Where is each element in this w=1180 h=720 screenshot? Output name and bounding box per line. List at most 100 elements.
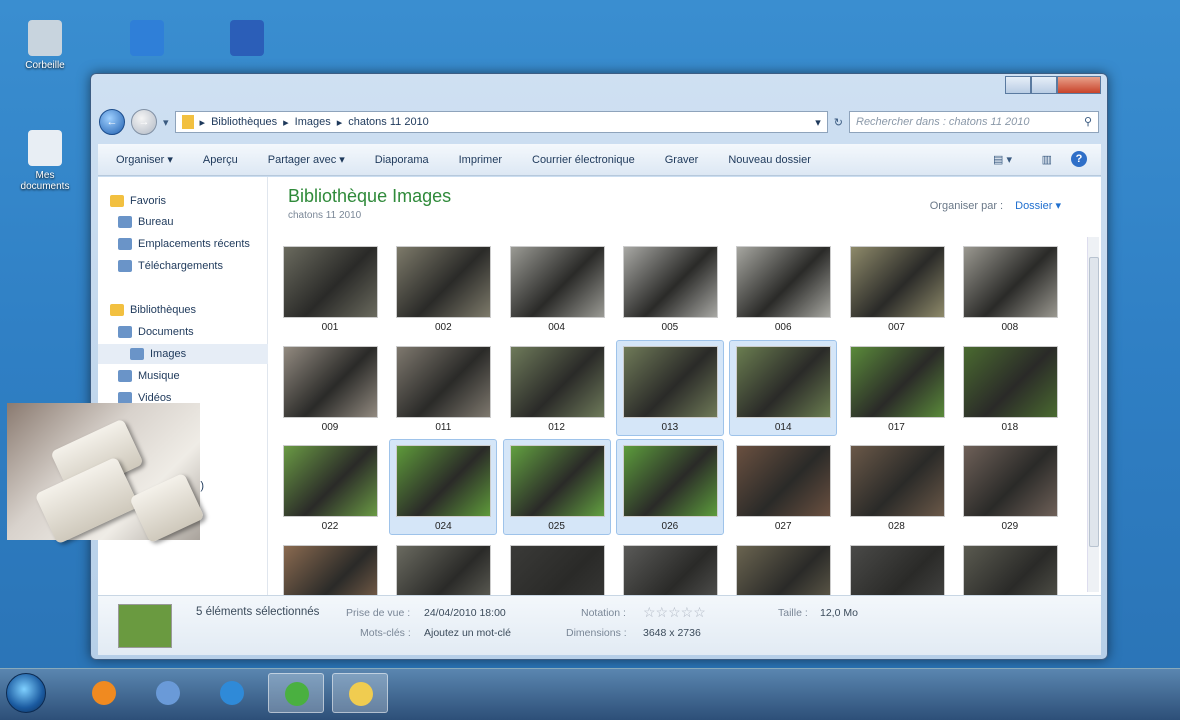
webcam-overlay [7,403,205,545]
thumbnail-tile[interactable]: 027 [729,439,837,535]
sidebar-item[interactable]: Favoris [110,191,166,211]
desktop-icon[interactable]: Corbeille [10,20,80,71]
sidebar-item[interactable]: Téléchargements [118,256,223,276]
thumbnail-tile[interactable]: 017 [843,340,951,436]
taskbar-network[interactable] [268,673,324,713]
refresh-button[interactable]: ↻ [834,116,843,129]
thumbnail-image [396,445,492,517]
thumbnail-label: 027 [774,521,792,532]
breadcrumb-item[interactable]: chatons 11 2010 [348,116,429,128]
folder-icon [110,304,124,316]
view-options-icon[interactable]: ▤ ▾ [993,153,1012,166]
desktop-icon[interactable]: Mes documents [10,130,80,192]
address-bar[interactable]: ▸ Bibliothèques ▸ Images ▸ chatons 11 2010 ▾ [174,111,828,133]
rating-stars[interactable]: ☆☆☆☆☆ [643,604,706,621]
sidebar-item[interactable]: Musique [118,366,180,386]
details-pane: 5 éléments sélectionnés Prise de vue : 2… [98,595,1101,655]
thumbnail-tile[interactable]: 018 [956,340,1064,436]
thumbnail-tile[interactable]: 008 [956,240,1064,336]
thumbnail-label: 029 [1001,521,1019,532]
toolbar-button[interactable]: Aperçu [203,154,238,166]
date-taken[interactable]: 24/04/2010 18:00 [424,607,506,619]
sidebar-item[interactable]: Emplacements récents [118,234,250,254]
thumbnail-tile[interactable]: 012 [503,340,611,436]
sidebar-item[interactable]: Bibliothèques [110,300,196,320]
thumbnail-tile[interactable]: 005 [616,240,724,336]
thumbnail-label: 018 [1001,421,1019,433]
breadcrumb-item[interactable]: Bibliothèques [211,116,277,128]
thumbnail-tile[interactable]: 028 [843,439,951,535]
thumbnail-tile[interactable]: 009 [276,340,384,436]
address-dropdown-icon[interactable]: ▾ [815,116,821,129]
item-icon [130,348,144,360]
thumbnail-image [622,445,718,517]
thumbnail-tile[interactable]: 001 [276,240,384,336]
explorer-icon [349,682,373,706]
maximize-button[interactable] [1031,76,1057,94]
taskbar-paint[interactable] [140,673,196,713]
thumbnail-tile[interactable]: 007 [843,240,951,336]
selection-thumbnail [118,604,172,648]
vertical-scrollbar[interactable] [1087,237,1099,592]
thumbnail-tile[interactable]: 013 [615,339,724,436]
sidebar-item[interactable]: Documents [118,322,194,342]
taskbar-media-player[interactable] [76,673,132,713]
thumbnail-image [283,445,378,517]
desktop-icon[interactable] [112,20,182,60]
close-button[interactable] [1057,76,1101,94]
thumbnail-tile[interactable]: 004 [503,240,611,336]
thumbnail-tile[interactable]: 022 [276,439,384,535]
toolbar-button[interactable]: Diaporama [375,154,429,166]
back-button[interactable]: ← [99,109,125,135]
help-icon[interactable]: ? [1071,151,1087,167]
breadcrumb-separator-icon[interactable]: ▸ [200,116,206,129]
thumbnail-tile[interactable]: 026 [615,439,724,535]
thumbnail-tile[interactable]: 002 [389,240,497,336]
breadcrumb-separator-icon[interactable]: ▸ [283,116,289,129]
taskbar-internet-explorer[interactable] [204,673,260,713]
start-button[interactable] [6,673,46,713]
toolbar-button[interactable]: Partager avec ▾ [268,153,345,166]
toolbar-button[interactable]: Courrier électronique [532,154,635,166]
forward-button[interactable]: → [131,109,157,135]
arrange-by-dropdown[interactable]: Dossier ▾ [1015,200,1061,212]
thumbnail-label: 014 [774,421,792,433]
search-input[interactable]: Rechercher dans : chatons 11 2010 ⚲ [849,111,1099,133]
dimensions: 3648 x 2736 [643,627,701,639]
selection-count: 5 éléments sélectionnés [196,606,320,618]
thumbnail-tile[interactable]: 024 [389,439,498,535]
desktop-icon[interactable] [212,20,282,60]
folder-icon [110,195,124,207]
thumbnail-image [962,445,1058,517]
internet-explorer-icon [220,681,244,705]
sidebar-item[interactable]: Bureau [118,212,173,232]
thumbnail-label: 007 [888,322,905,333]
item-icon [118,326,132,338]
thumbnail-tile[interactable]: 029 [956,439,1064,535]
sidebar-item-label: Images [150,348,187,360]
minimize-button[interactable] [1005,76,1031,94]
scrollbar-thumb[interactable] [1089,257,1099,547]
thumbnail-label: 009 [321,421,339,433]
thumbnail-label: 004 [548,322,565,333]
thumbnail-label: 025 [548,521,565,532]
breadcrumb-separator-icon[interactable]: ▸ [337,116,343,129]
preview-pane-icon[interactable]: ▥ [1042,153,1052,166]
keywords-field[interactable]: Ajoutez un mot-clé [424,627,511,639]
thumbnail-tile[interactable]: 014 [729,339,838,436]
thumbnail-tile[interactable]: 025 [502,439,611,535]
history-dropdown-icon[interactable]: ▾ [163,116,169,129]
toolbar-button[interactable]: Nouveau dossier [728,154,811,166]
thumbnail-image [849,246,945,318]
caption-buttons [1005,76,1101,94]
toolbar-button[interactable]: Organiser ▾ [116,153,173,166]
thumbnail-label: 012 [548,421,565,433]
thumbnail-tile[interactable]: 006 [729,240,837,336]
taskbar-explorer[interactable] [332,673,388,713]
toolbar-button[interactable]: Graver [665,154,699,166]
toolbar-button[interactable]: Imprimer [459,154,502,166]
thumbnail-tile[interactable]: 011 [389,340,497,436]
thumbnail-label: 013 [661,421,679,433]
breadcrumb-item[interactable]: Images [295,116,331,128]
sidebar-item[interactable]: Images [98,344,268,364]
